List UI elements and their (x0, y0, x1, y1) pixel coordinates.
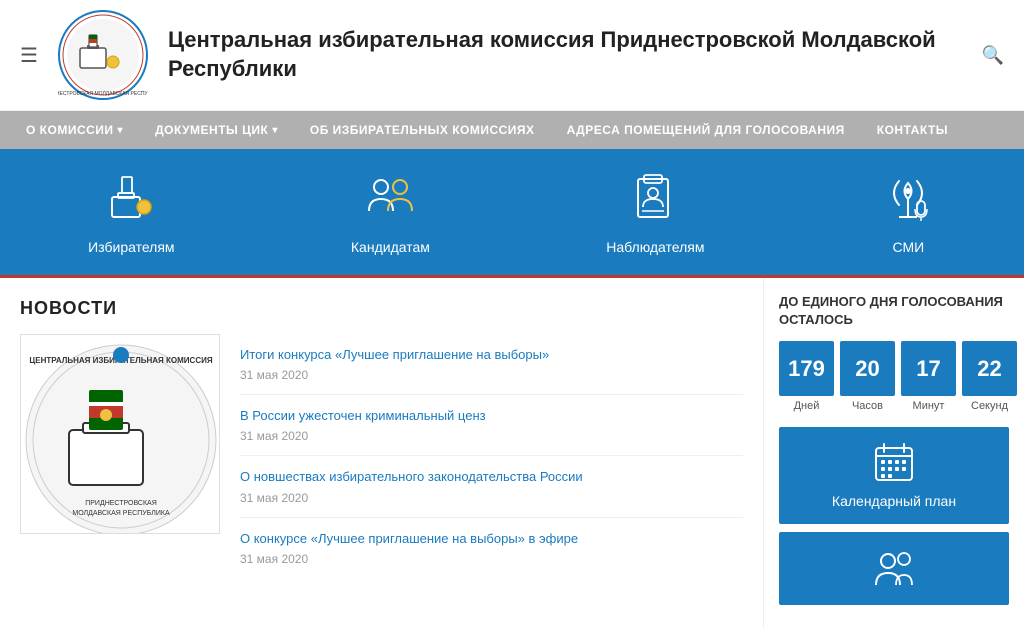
sidebar-calendar-card[interactable]: Календарный план (779, 427, 1009, 524)
people-icon (874, 547, 914, 590)
banner-candidates[interactable]: Кандидатам (321, 169, 460, 255)
header: ☰ ПРИДНЕСТРОВСКАЯ МОЛДАВСКАЯ РЕСПУБЛИКА … (0, 0, 1024, 111)
observers-icon (628, 169, 683, 231)
nav-item-addresses[interactable]: АДРЕСА ПОМЕЩЕНИЙ ДЛЯ ГОЛОСОВАНИЯ (551, 111, 861, 149)
countdown-hours-label: Часов (852, 400, 883, 412)
chevron-down-icon: ▾ (118, 125, 124, 136)
media-icon (881, 169, 936, 231)
countdown-days-label: Дней (794, 400, 820, 412)
main-content: НОВОСТИ ЦЕНТРАЛЬНАЯ ИЗБИРАТЕЛЬНАЯ КОМИСС… (0, 278, 1024, 628)
sidebar: ДО ЕДИНОГО ДНЯ ГОЛОСОВАНИЯ ОСТАЛОСЬ 179 … (764, 278, 1024, 628)
nav-item-commission[interactable]: О КОМИССИИ ▾ (10, 111, 139, 149)
banner-media[interactable]: СМИ (851, 169, 966, 255)
news-title: НОВОСТИ (20, 298, 743, 319)
countdown-days-value: 179 (779, 341, 834, 396)
nav-item-contacts[interactable]: КОНТАКТЫ (861, 111, 964, 149)
news-item-title: О конкурсе «Лучшее приглашение на выборы… (240, 530, 743, 548)
main-nav: О КОМИССИИ ▾ ДОКУМЕНТЫ ЦИК ▾ ОБ ИЗБИРАТЕ… (0, 111, 1024, 149)
news-image: ЦЕНТРАЛЬНАЯ ИЗБИРАТЕЛЬНАЯ КОМИССИЯ ПРИДН… (20, 334, 220, 534)
blue-banner: Избирателям Кандидатам (0, 149, 1024, 275)
sidebar-people-card[interactable] (779, 532, 1009, 605)
countdown-seconds-label: Секунд (971, 400, 1008, 412)
nav-item-committees[interactable]: ОБ ИЗБИРАТЕЛЬНЫХ КОМИССИЯХ (294, 111, 551, 149)
countdown-minutes-label: Минут (913, 400, 945, 412)
news-item-date: 31 мая 2020 (240, 368, 743, 382)
news-items-list: Итоги конкурса «Лучшее приглашение на вы… (240, 334, 743, 578)
news-section: НОВОСТИ ЦЕНТРАЛЬНАЯ ИЗБИРАТЕЛЬНАЯ КОМИСС… (0, 278, 764, 628)
calendar-icon (874, 442, 914, 485)
news-item-date: 31 мая 2020 (240, 429, 743, 443)
news-item[interactable]: В России ужесточен криминальный ценз 31 … (240, 395, 743, 456)
countdown-minutes: 17 Минут (901, 341, 956, 412)
sidebar-calendar-label: Календарный план (832, 493, 956, 509)
banner-observers[interactable]: Наблюдателям (576, 169, 734, 255)
banner-media-label: СМИ (892, 239, 924, 255)
candidates-icon (363, 169, 418, 231)
countdown-minutes-value: 17 (901, 341, 956, 396)
voters-icon (104, 169, 159, 231)
countdown-seconds: 22 Секунд (962, 341, 1017, 412)
banner-voters[interactable]: Избирателям (58, 169, 204, 255)
news-item[interactable]: О новшествах избирательного законодатель… (240, 456, 743, 517)
svg-text:ПРИДНЕСТРОВСКАЯ МОЛДАВСКАЯ РЕС: ПРИДНЕСТРОВСКАЯ МОЛДАВСКАЯ РЕСПУБЛИКА (58, 91, 148, 97)
countdown-hours: 20 Часов (840, 341, 895, 412)
countdown-title: ДО ЕДИНОГО ДНЯ ГОЛОСОВАНИЯ ОСТАЛОСЬ (779, 293, 1009, 329)
news-item-title: О новшествах избирательного законодатель… (240, 468, 743, 486)
menu-icon[interactable]: ☰ (20, 43, 38, 68)
svg-text:ПРИДНЕСТРОВСКАЯ: ПРИДНЕСТРОВСКАЯ (85, 500, 157, 507)
news-item[interactable]: Итоги конкурса «Лучшее приглашение на вы… (240, 334, 743, 395)
news-item-date: 31 мая 2020 (240, 491, 743, 505)
news-item-date: 31 мая 2020 (240, 552, 743, 566)
logo: ПРИДНЕСТРОВСКАЯ МОЛДАВСКАЯ РЕСПУБЛИКА (58, 10, 148, 100)
news-body: ЦЕНТРАЛЬНАЯ ИЗБИРАТЕЛЬНАЯ КОМИССИЯ ПРИДН… (20, 334, 743, 578)
banner-candidates-label: Кандидатам (351, 239, 430, 255)
news-item-title: Итоги конкурса «Лучшее приглашение на вы… (240, 346, 743, 364)
nav-item-documents[interactable]: ДОКУМЕНТЫ ЦИК ▾ (139, 111, 294, 149)
news-item[interactable]: О конкурсе «Лучшее приглашение на выборы… (240, 518, 743, 578)
news-item-title: В России ужесточен криминальный ценз (240, 407, 743, 425)
countdown-boxes: 179 Дней 20 Часов 17 Минут 22 Секунд (779, 341, 1009, 412)
site-title: Центральная избирательная комиссия Придн… (168, 26, 982, 83)
chevron-down-icon: ▾ (272, 125, 278, 136)
svg-text:МОЛДАВСКАЯ РЕСПУБЛИКА: МОЛДАВСКАЯ РЕСПУБЛИКА (72, 510, 170, 517)
banner-voters-label: Избирателям (88, 239, 174, 255)
search-icon[interactable]: 🔍 (982, 45, 1004, 66)
countdown-days: 179 Дней (779, 341, 834, 412)
banner-observers-label: Наблюдателям (606, 239, 704, 255)
countdown-seconds-value: 22 (962, 341, 1017, 396)
countdown-hours-value: 20 (840, 341, 895, 396)
